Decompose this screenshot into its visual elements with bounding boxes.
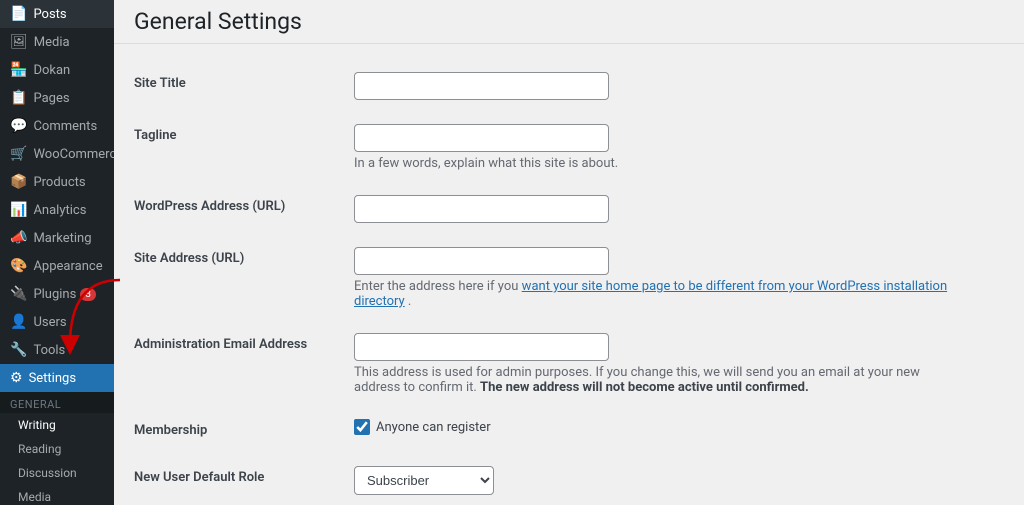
sidebar-item-pages[interactable]: 📋 Pages xyxy=(0,84,114,112)
users-icon: 👤 xyxy=(10,314,27,330)
page-header: General Settings xyxy=(114,0,1024,44)
site-address-row: Site Address (URL) https://pm.ajaira.web… xyxy=(134,235,954,321)
dokan-icon: 🏪 xyxy=(10,62,27,78)
wp-address-row: WordPress Address (URL) https://pm.ajair… xyxy=(134,183,954,235)
pages-icon: 📋 xyxy=(10,90,27,106)
admin-email-description: This address is used for admin purposes.… xyxy=(354,365,954,395)
analytics-icon: 📊 xyxy=(10,202,27,218)
sidebar-item-posts[interactable]: 📄 Posts xyxy=(0,0,114,28)
submenu-item-reading[interactable]: Reading xyxy=(0,437,114,461)
submenu-item-discussion[interactable]: Discussion xyxy=(0,461,114,485)
membership-label: Membership xyxy=(134,407,354,454)
wp-address-input[interactable]: https://pm.ajaira.website xyxy=(354,195,609,223)
sidebar-item-marketing[interactable]: 📣 Marketing xyxy=(0,224,114,252)
site-title-label: Site Title xyxy=(134,60,354,112)
site-address-label: Site Address (URL) xyxy=(134,235,354,321)
membership-checkbox-label[interactable]: Anyone can register xyxy=(354,419,954,435)
appearance-icon: 🎨 xyxy=(10,258,27,274)
membership-row: Membership Anyone can register xyxy=(134,407,954,454)
posts-icon: 📄 xyxy=(10,6,27,22)
woocommerce-icon: 🛒 xyxy=(10,146,27,162)
sidebar-item-settings[interactable]: ⚙ Settings xyxy=(0,364,114,392)
sidebar-item-users[interactable]: 👤 Users xyxy=(0,308,114,336)
tools-icon: 🔧 xyxy=(10,342,27,358)
sidebar-item-products[interactable]: 📦 Products xyxy=(0,168,114,196)
general-section-label: General xyxy=(0,392,114,413)
page-title: General Settings xyxy=(134,8,302,35)
submenu-item-writing[interactable]: Writing xyxy=(0,413,114,437)
admin-email-label: Administration Email Address xyxy=(134,321,354,407)
marketing-icon: 📣 xyxy=(10,230,27,246)
plugins-badge: 3 xyxy=(80,288,96,301)
sidebar-item-media[interactable]: 🖼 Media xyxy=(0,28,114,56)
sidebar-item-plugins[interactable]: 🔌 Plugins 3 xyxy=(0,280,114,308)
sidebar-item-dokan[interactable]: 🏪 Dokan xyxy=(0,56,114,84)
new-user-role-row: New User Default Role Subscriber Contrib… xyxy=(134,454,954,505)
tagline-label: Tagline xyxy=(134,112,354,183)
site-title-row: Site Title PM Test Site xyxy=(134,60,954,112)
tagline-input[interactable]: Just another WordPress site xyxy=(354,124,609,152)
sidebar-item-appearance[interactable]: 🎨 Appearance xyxy=(0,252,114,280)
settings-icon: ⚙ xyxy=(10,370,23,386)
sidebar-item-comments[interactable]: 💬 Comments xyxy=(0,112,114,140)
sidebar-item-analytics[interactable]: 📊 Analytics xyxy=(0,196,114,224)
settings-table: Site Title PM Test Site Tagline Just ano… xyxy=(134,60,954,505)
admin-email-row: Administration Email Address nayem@wedev… xyxy=(134,321,954,407)
site-address-input[interactable]: https://pm.ajaira.website xyxy=(354,247,609,275)
sidebar-item-tools[interactable]: 🔧 Tools xyxy=(0,336,114,364)
comments-icon: 💬 xyxy=(10,118,27,134)
sidebar-item-woocommerce[interactable]: 🛒 WooCommerce xyxy=(0,140,114,168)
admin-email-input[interactable]: nayem@wedevs.com xyxy=(354,333,609,361)
new-user-role-select[interactable]: Subscriber Contributor Author Editor Adm… xyxy=(354,466,494,495)
wp-address-label: WordPress Address (URL) xyxy=(134,183,354,235)
new-user-role-label: New User Default Role xyxy=(134,454,354,505)
sidebar: 📄 Posts 🖼 Media 🏪 Dokan 📋 Pages 💬 Commen… xyxy=(0,0,114,505)
site-address-description: Enter the address here if you want your … xyxy=(354,279,954,309)
main-content: General Settings Site Title PM Test Site… xyxy=(114,0,1024,505)
membership-checkbox[interactable] xyxy=(354,419,370,435)
products-icon: 📦 xyxy=(10,174,27,190)
submenu-item-media-sub[interactable]: Media xyxy=(0,485,114,505)
settings-form-content: Site Title PM Test Site Tagline Just ano… xyxy=(114,44,974,505)
settings-submenu: General Writing Reading Discussion Media… xyxy=(0,392,114,505)
site-title-input[interactable]: PM Test Site xyxy=(354,72,609,100)
plugins-icon: 🔌 xyxy=(10,286,27,302)
media-icon: 🖼 xyxy=(10,34,28,50)
tagline-row: Tagline Just another WordPress site In a… xyxy=(134,112,954,183)
tagline-description: In a few words, explain what this site i… xyxy=(354,156,954,171)
